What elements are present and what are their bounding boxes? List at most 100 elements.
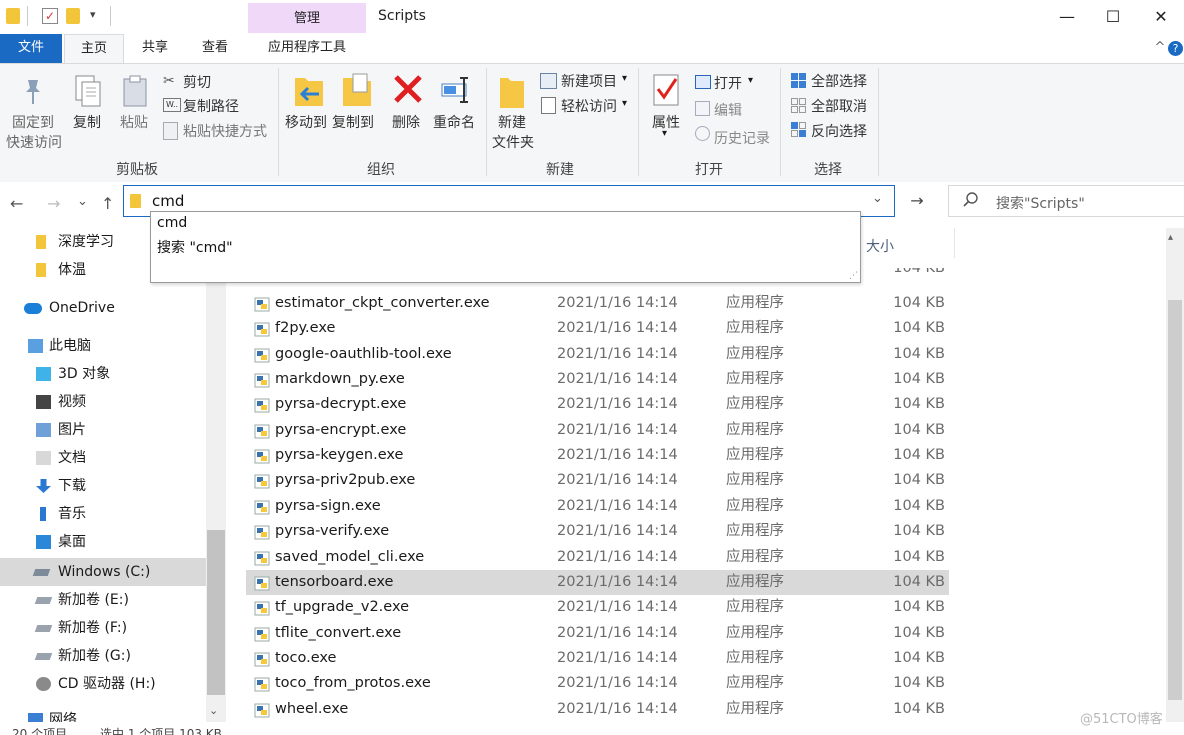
rename-icon[interactable] xyxy=(440,74,472,104)
tab-manage[interactable]: 管理 xyxy=(248,3,366,33)
sidebar-item[interactable]: 音乐 xyxy=(0,500,206,528)
sidebar-item[interactable]: OneDrive xyxy=(0,294,206,322)
copy-to-button[interactable]: 复制到 xyxy=(332,112,374,132)
address-dropdown-button[interactable]: ⌄ xyxy=(872,191,883,206)
paste-icon[interactable] xyxy=(121,74,149,108)
copy-path-icon[interactable]: W.. xyxy=(163,98,181,112)
recent-locations-button[interactable]: ⌄ xyxy=(77,194,88,209)
copy-icon[interactable] xyxy=(74,74,102,108)
autocomplete-item[interactable]: 搜索 "cmd" xyxy=(157,237,233,257)
help-icon[interactable]: ? xyxy=(1168,41,1183,56)
rename-button[interactable]: 重命名 xyxy=(433,112,475,132)
select-all-button[interactable]: 全部选择 xyxy=(811,71,867,91)
search-box[interactable]: 搜索"Scripts" xyxy=(948,185,1184,217)
cut-button[interactable]: 剪切 xyxy=(183,72,211,92)
pin-icon[interactable] xyxy=(22,76,44,106)
new-item-icon[interactable] xyxy=(540,73,557,89)
autocomplete-item[interactable]: cmd xyxy=(157,215,187,231)
file-row[interactable]: tensorboard.exe 2021/1/16 14:14 应用程序 104 KB xyxy=(246,569,949,595)
sidebar-item[interactable]: 3D 对象 xyxy=(0,360,206,388)
file-row[interactable]: markdown_py.exe 2021/1/16 14:14 应用程序 104 KB xyxy=(246,367,949,392)
new-folder-label-2[interactable]: 文件夹 xyxy=(492,132,534,152)
easy-access-icon[interactable] xyxy=(541,97,556,114)
new-folder-button[interactable]: 新建 xyxy=(498,112,526,132)
history-button[interactable]: 历史记录 xyxy=(714,128,770,148)
chevron-down-icon[interactable]: ▾ xyxy=(622,73,627,84)
paste-shortcut-icon[interactable] xyxy=(163,122,178,140)
open-icon[interactable] xyxy=(695,75,711,89)
sidebar-item[interactable]: 新加卷 (G:) xyxy=(0,642,206,670)
close-button[interactable]: ✕ xyxy=(1138,4,1184,30)
collapse-ribbon-icon[interactable]: ^ xyxy=(1150,34,1170,64)
forward-button[interactable]: → xyxy=(47,194,60,213)
history-icon[interactable] xyxy=(695,126,710,141)
file-row[interactable]: f2py.exe 2021/1/16 14:14 应用程序 104 KB xyxy=(246,316,949,341)
chevron-down-icon[interactable]: ▾ xyxy=(622,98,627,109)
delete-button[interactable]: 删除 xyxy=(392,112,420,132)
new-folder-icon[interactable] xyxy=(66,8,80,24)
copy-path-button[interactable]: 复制路径 xyxy=(183,96,239,116)
edit-icon[interactable] xyxy=(695,101,710,116)
sidebar-item[interactable]: 新加卷 (F:) xyxy=(0,614,206,642)
tab-home[interactable]: 主页 xyxy=(64,34,124,64)
file-row[interactable]: toco.exe 2021/1/16 14:14 应用程序 104 KB xyxy=(246,646,949,671)
go-button[interactable]: → xyxy=(900,185,934,217)
qa-customize-icon[interactable]: ▾ xyxy=(90,8,96,21)
invert-selection-button[interactable]: 反向选择 xyxy=(811,121,867,141)
sidebar-item[interactable]: Windows (C:) xyxy=(0,558,206,586)
paste-shortcut-button[interactable]: 粘贴快捷方式 xyxy=(183,121,267,141)
invert-selection-icon[interactable] xyxy=(791,122,806,137)
sidebar-scrollbar-thumb[interactable] xyxy=(207,530,225,695)
move-to-button[interactable]: 移动到 xyxy=(285,112,327,132)
file-row[interactable]: tflite_convert.exe 2021/1/16 14:14 应用程序 104… xyxy=(246,621,949,646)
maximize-button[interactable]: ☐ xyxy=(1090,4,1136,30)
file-row[interactable]: tf_upgrade_v2.exe 2021/1/16 14:14 应用程序 104 … xyxy=(246,595,949,620)
minimize-button[interactable]: — xyxy=(1044,4,1090,30)
sidebar-item[interactable]: 此电脑 xyxy=(0,332,206,360)
open-button[interactable]: 打开 xyxy=(714,73,742,93)
copy-to-icon[interactable] xyxy=(341,72,373,108)
file-list-scrollbar-thumb[interactable] xyxy=(1168,300,1182,700)
file-row[interactable]: google-oauthlib-tool.exe 2021/1/16 14:14 应… xyxy=(246,342,949,367)
select-none-button[interactable]: 全部取消 xyxy=(811,96,867,116)
select-all-icon[interactable] xyxy=(791,73,806,88)
move-to-icon[interactable] xyxy=(293,72,325,108)
file-row[interactable]: pyrsa-verify.exe 2021/1/16 14:14 应用程序 104 K… xyxy=(246,519,949,544)
sidebar-item[interactable]: 文档 xyxy=(0,444,206,472)
file-row[interactable]: estimator_ckpt_converter.exe 2021/1/16 14… xyxy=(246,291,949,316)
tab-share[interactable]: 共享 xyxy=(126,34,184,64)
file-row[interactable]: pyrsa-sign.exe 2021/1/16 14:14 应用程序 104 KB xyxy=(246,494,949,519)
paste-button[interactable]: 粘贴 xyxy=(120,112,148,132)
sidebar-item[interactable]: CD 驱动器 (H:) xyxy=(0,670,206,698)
chevron-down-icon[interactable]: ▾ xyxy=(748,75,753,86)
tab-file[interactable]: 文件 xyxy=(0,34,62,64)
pin-label[interactable]: 固定到 xyxy=(12,112,54,132)
sidebar-item[interactable]: 新加卷 (E:) xyxy=(0,586,206,614)
sidebar-item[interactable]: 下载 xyxy=(0,472,206,500)
chevron-down-icon[interactable]: ▾ xyxy=(662,128,667,139)
new-folder-icon[interactable] xyxy=(498,72,526,110)
resize-grip-icon[interactable]: ⋰ xyxy=(849,271,858,281)
properties-icon[interactable] xyxy=(652,73,680,107)
new-item-button[interactable]: 新建项目 xyxy=(561,71,617,91)
easy-access-button[interactable]: 轻松访问 xyxy=(561,96,617,116)
up-button[interactable]: ↑ xyxy=(101,194,114,213)
delete-icon[interactable] xyxy=(393,74,423,104)
address-input[interactable] xyxy=(150,191,854,211)
file-row[interactable]: pyrsa-keygen.exe 2021/1/16 14:14 应用程序 104 K… xyxy=(246,443,949,468)
search-placeholder[interactable]: 搜索"Scripts" xyxy=(996,193,1085,213)
scroll-up-icon[interactable]: ▴ xyxy=(1168,232,1173,243)
select-none-icon[interactable] xyxy=(791,98,806,113)
column-header-size[interactable]: 大小 xyxy=(866,236,894,256)
tab-app-tools[interactable]: 应用程序工具 xyxy=(248,34,366,64)
scroll-down-icon[interactable]: ⌄ xyxy=(209,704,218,717)
file-row[interactable]: toco_from_protos.exe 2021/1/16 14:14 应用程序 1… xyxy=(246,671,949,696)
pin-label-2[interactable]: 快速访问 xyxy=(6,132,62,152)
copy-button[interactable]: 复制 xyxy=(73,112,101,132)
sidebar-item[interactable]: 图片 xyxy=(0,416,206,444)
file-row[interactable]: saved_model_cli.exe 2021/1/16 14:14 应用程序 10… xyxy=(246,545,949,570)
file-row[interactable]: pyrsa-priv2pub.exe 2021/1/16 14:14 应用程序 104… xyxy=(246,468,949,493)
file-row[interactable]: pyrsa-encrypt.exe 2021/1/16 14:14 应用程序 104 … xyxy=(246,418,949,443)
properties-icon[interactable]: ✓ xyxy=(42,8,58,24)
edit-button[interactable]: 编辑 xyxy=(714,100,742,120)
